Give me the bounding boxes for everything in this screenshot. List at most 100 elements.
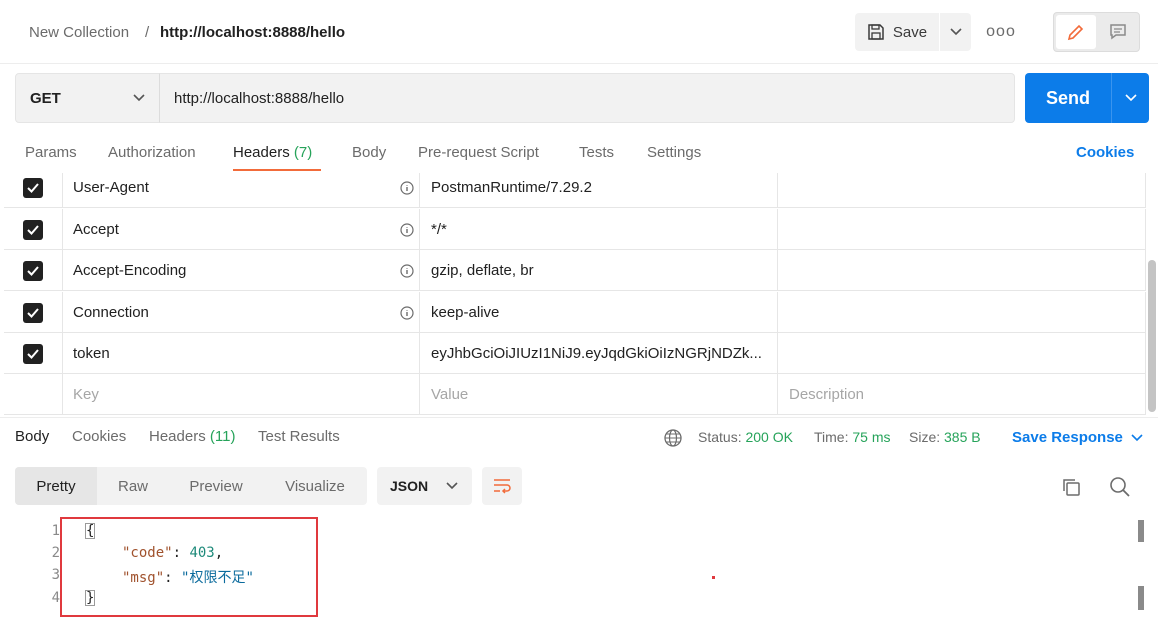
format-select[interactable]: JSON [377,467,472,505]
checkmark-icon [27,348,39,359]
code-scrollbar-thumb[interactable] [1138,586,1144,610]
headers-scrollbar[interactable] [1148,260,1156,412]
header-key[interactable]: Connection [62,292,419,333]
response-time[interactable]: Time: 75 ms [814,429,891,445]
copy-icon[interactable] [1059,475,1083,499]
tab-headers[interactable]: Headers (7) [233,144,312,161]
cookies-link[interactable]: Cookies [1076,144,1134,161]
tab-tests[interactable]: Tests [579,144,614,161]
response-tab-headers-count: (11) [209,428,236,445]
pencil-icon [1067,24,1084,41]
response-tab-headers[interactable]: Headers (11) [149,428,235,445]
tab-prerequest-script[interactable]: Pre-request Script [418,144,539,161]
checkmark-icon [27,265,39,276]
save-options-button[interactable] [940,13,971,51]
header-description[interactable] [777,333,1146,374]
header-key[interactable]: User-Agent [62,173,419,208]
size-label: Size: [909,429,941,445]
time-value: 75 ms [852,429,891,445]
view-preview-button[interactable]: Preview [181,467,251,505]
response-tab-test-results[interactable]: Test Results [258,428,340,445]
comments-button[interactable] [1098,15,1138,49]
format-value: JSON [390,478,429,494]
globe-icon[interactable] [663,428,683,448]
send-label: Send [1045,87,1090,108]
tab-settings[interactable]: Settings [647,144,701,161]
header-key[interactable]: Accept [62,209,419,250]
response-status[interactable]: Status: 200 OK [698,429,793,445]
header-value[interactable]: keep-alive [419,292,777,333]
view-mode-toggle [1053,12,1140,52]
response-tab-body[interactable]: Body [15,428,49,445]
checkmark-icon [27,182,39,193]
info-icon[interactable] [400,263,414,278]
line-number: 1 [51,523,60,539]
table-row-new: Key Value Description [4,374,1146,415]
tab-params[interactable]: Params [25,144,77,161]
response-tab-cookies[interactable]: Cookies [72,428,126,445]
status-label: Status: [698,429,742,445]
annotation-highlight-box [60,517,318,617]
header-description[interactable] [777,209,1146,250]
chevron-down-icon [1124,94,1137,102]
header-checkbox[interactable] [23,219,43,240]
header-key[interactable]: Accept-Encoding [62,250,419,291]
header-checkbox[interactable] [23,343,43,364]
header-checkbox[interactable] [23,177,43,198]
headers-table: User-Agent PostmanRuntime/7.29.2 Accept … [4,173,1146,415]
method-select[interactable]: GET [15,73,160,123]
header-description[interactable] [777,173,1146,208]
chevron-down-icon [949,28,962,36]
more-label: ooo [986,23,1016,40]
checkmark-icon [27,307,39,318]
table-row: User-Agent PostmanRuntime/7.29.2 [4,173,1146,208]
time-label: Time: [814,429,849,445]
tab-body[interactable]: Body [352,144,386,161]
info-icon[interactable] [400,222,414,237]
wrap-lines-button[interactable] [482,467,522,505]
view-mode-tabs: Pretty Raw Preview Visualize [15,467,367,505]
new-header-description-input[interactable]: Description [777,374,1146,415]
view-raw-button[interactable]: Raw [107,467,159,505]
header-key[interactable]: token [62,333,419,374]
header-checkbox[interactable] [23,302,43,323]
table-row: Accept */* [4,209,1146,250]
response-size[interactable]: Size: 385 B [909,429,981,445]
new-header-key-input[interactable]: Key [62,374,419,415]
new-header-value-input[interactable]: Value [419,374,777,415]
send-options-button[interactable] [1111,73,1149,123]
header-description[interactable] [777,292,1146,333]
line-number: 3 [51,567,60,583]
header-value[interactable]: eyJhbGciOiJIUzI1NiJ9.eyJqdGkiOiIzNGRjNDZ… [419,333,777,374]
breadcrumb-request-name[interactable]: http://localhost:8888/hello [160,24,345,41]
table-row: token eyJhbGciOiJIUzI1NiJ9.eyJqdGkiOiIzN… [4,333,1146,374]
tab-authorization[interactable]: Authorization [108,144,196,161]
search-icon[interactable] [1108,475,1132,499]
edit-mode-button[interactable] [1056,15,1096,49]
comment-icon [1110,24,1126,40]
method-value: GET [30,89,61,107]
annotation-dot [712,576,715,579]
view-pretty-button[interactable]: Pretty [15,467,97,505]
more-options-button[interactable]: ooo [986,18,1016,46]
info-icon[interactable] [400,180,414,195]
header-value[interactable]: */* [419,209,777,250]
view-visualize-button[interactable]: Visualize [277,467,353,505]
table-row: Connection keep-alive [4,292,1146,333]
save-button[interactable]: Save [855,13,939,51]
active-tab-indicator [233,169,321,171]
line-number: 2 [51,545,60,561]
header-value[interactable]: gzip, deflate, br [419,250,777,291]
header-checkbox[interactable] [23,260,43,281]
code-scrollbar-thumb[interactable] [1138,520,1144,542]
save-response-label: Save Response [1012,429,1123,446]
save-response-button[interactable]: Save Response [1012,429,1143,446]
breadcrumb-collection[interactable]: New Collection [29,24,129,41]
size-value: 385 B [944,429,981,445]
send-button[interactable]: Send [1025,73,1111,123]
url-input[interactable]: http://localhost:8888/hello [159,73,1015,123]
header-description[interactable] [777,250,1146,291]
info-icon[interactable] [400,305,414,320]
chevron-down-icon [133,94,145,102]
header-value[interactable]: PostmanRuntime/7.29.2 [419,173,777,208]
